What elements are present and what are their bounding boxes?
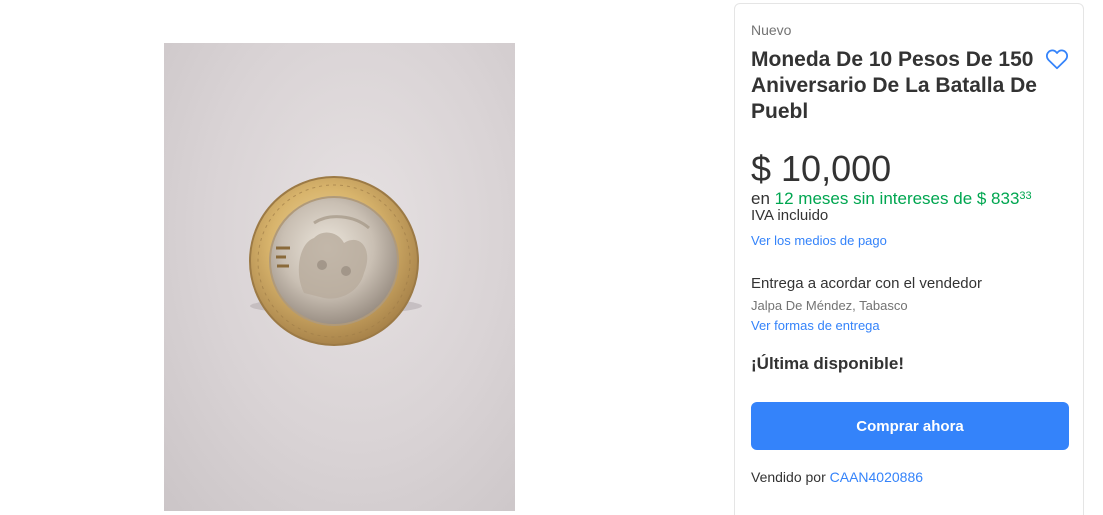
product-image[interactable] [164,43,515,511]
price: $ 10,000 [751,148,892,189]
product-page: Nuevo Moneda De 10 Pesos De 150 Aniversa… [0,0,1103,515]
seller-location: Jalpa De Méndez, Tabasco [751,298,908,313]
coin-photo [249,176,422,346]
stock-label: ¡Última disponible! [751,354,904,373]
installments-cents: 33 [1019,190,1032,202]
product-title: Moneda De 10 Pesos De 150 Aniversario De… [751,48,1037,123]
heart-outline-icon[interactable] [1044,46,1070,72]
seller-prefix: Vendido por [751,469,826,485]
iva-label: IVA incluido [751,207,829,224]
installments-prefix: en [751,189,770,208]
buy-now-button[interactable]: Comprar ahora [751,402,1069,450]
installments-text: 12 meses sin intereses de $ 833 [774,189,1020,208]
seller-info: Vendido por CAAN4020886 [751,469,923,485]
delivery-methods-link[interactable]: Ver formas de entrega [751,318,880,333]
installments: en 12 meses sin intereses de $ 83333 [751,189,1032,209]
condition-label: Nuevo [751,22,792,38]
buy-box: Nuevo Moneda De 10 Pesos De 150 Aniversa… [734,3,1084,515]
delivery-label: Entrega a acordar con el vendedor [751,275,982,292]
seller-name-link[interactable]: CAAN4020886 [830,469,923,485]
payment-methods-link[interactable]: Ver los medios de pago [751,233,887,248]
